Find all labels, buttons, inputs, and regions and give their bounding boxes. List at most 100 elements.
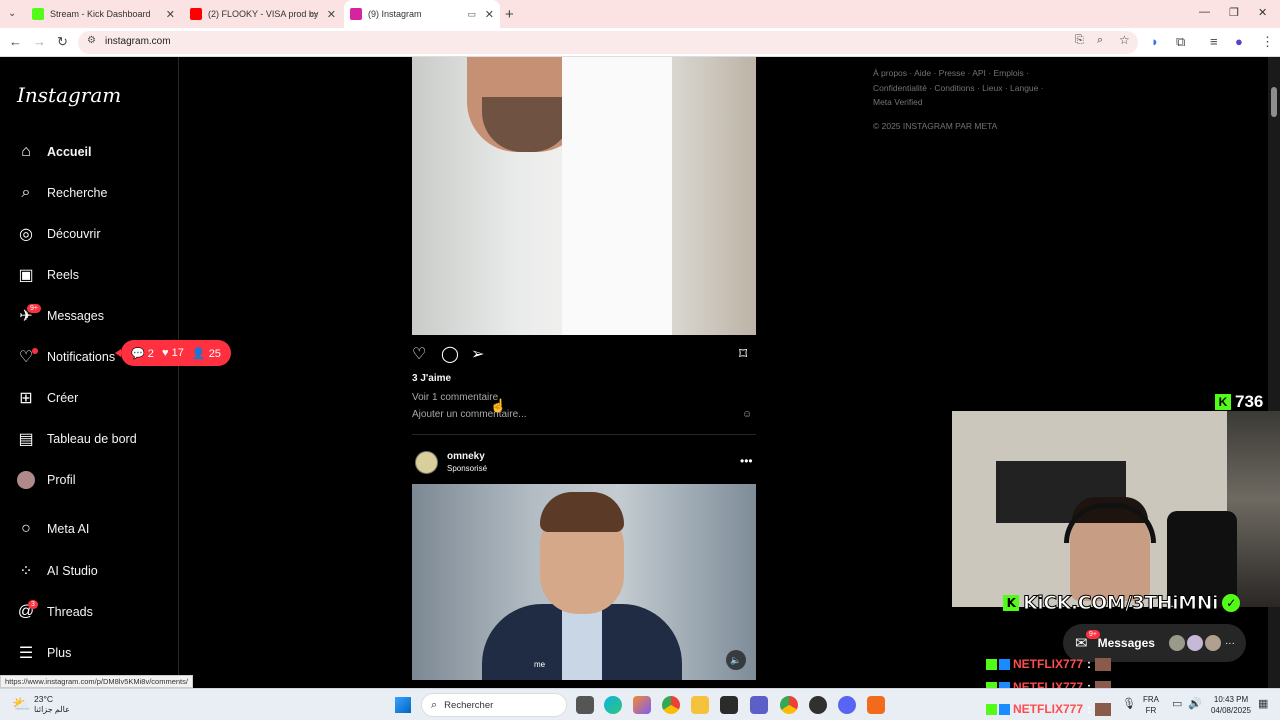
nav-profile[interactable]: Profil — [16, 468, 75, 492]
reload-icon[interactable]: ↻ — [57, 34, 68, 50]
discord-icon[interactable] — [838, 696, 856, 714]
like-icon[interactable]: ♡ — [412, 344, 426, 364]
restore-icon[interactable]: ❐ — [1229, 6, 1239, 19]
home-icon: ⌂ — [21, 143, 31, 160]
audio-icon[interactable]: ▭ — [309, 9, 318, 20]
follow-count-value: 25 — [208, 347, 221, 360]
share-icon[interactable]: ➢ — [471, 344, 484, 364]
weather-temp[interactable]: 23°C — [34, 694, 53, 704]
zoom-icon[interactable]: ⌕ — [1097, 34, 1103, 47]
video-shirt — [562, 604, 602, 680]
mute-icon[interactable]: 🔈 — [726, 650, 746, 670]
language-indicator[interactable]: FRA FR — [1143, 694, 1159, 716]
add-comment-input[interactable]: Ajouter un commentaire... — [412, 409, 527, 420]
comment-icon[interactable]: ◯ — [441, 344, 459, 364]
nav-explore[interactable]: ◎ Découvrir — [16, 222, 100, 246]
bookmark-star-icon[interactable]: ☆ — [1119, 33, 1130, 47]
clock[interactable]: 10:43 PM 04/08/2025 — [1207, 694, 1255, 716]
browser-tab-strip: ⌄ Stream - Kick Dashboard ✕ (2) FLOOKY -… — [0, 0, 1280, 28]
nav-ai-studio[interactable]: ⁘ AI Studio — [16, 559, 98, 583]
close-tab-icon[interactable]: ✕ — [166, 8, 175, 21]
url-text: instagram.com — [105, 36, 171, 47]
close-window-icon[interactable]: ✕ — [1258, 6, 1267, 19]
instagram-logo[interactable]: Instagram — [17, 83, 121, 107]
network-icon[interactable]: ▭ — [1172, 697, 1182, 710]
footer-links[interactable]: À propos · Aide · Presse · API · Emplois… — [873, 66, 1063, 110]
copilot-icon[interactable] — [633, 696, 651, 714]
task-view-icon[interactable] — [576, 696, 594, 714]
viewer-count: K 736 — [1215, 392, 1263, 412]
minimize-icon[interactable]: — — [1199, 6, 1210, 18]
kick-logo-icon: K — [1003, 595, 1019, 611]
teams-icon[interactable] — [750, 696, 768, 714]
notification-center-icon[interactable]: ▦ — [1258, 697, 1268, 710]
tab-youtube[interactable]: (2) FLOOKY - VISA prod by ▭ ✕ — [184, 0, 342, 28]
weather-desc[interactable]: عالم جزائنا — [34, 705, 70, 714]
save-icon[interactable]: ⌑ — [739, 344, 747, 364]
messages-badge: 9+ — [1086, 630, 1100, 639]
notification-dot — [32, 348, 38, 354]
post-video[interactable]: me 🔈 — [412, 484, 756, 680]
more-options-icon[interactable]: ••• — [740, 454, 753, 468]
obs-icon[interactable] — [809, 696, 827, 714]
like-count[interactable]: 3 J'aime — [412, 373, 451, 384]
notifications-summary-popup[interactable]: 💬 2 ♥ 17 👤 25 — [115, 340, 231, 366]
nav-label: Plus — [47, 646, 72, 660]
nav-notifications[interactable]: ♡ Notifications — [16, 345, 115, 369]
store-icon[interactable] — [720, 696, 738, 714]
kick-logo-icon: K — [1215, 394, 1231, 410]
install-icon[interactable]: ⎘ — [1075, 34, 1084, 47]
windows-start-icon[interactable] — [395, 697, 411, 713]
extensions-icon[interactable]: ⧉ — [1176, 34, 1185, 50]
nav-label: AI Studio — [47, 564, 98, 578]
nav-label: Créer — [47, 391, 79, 405]
back-icon[interactable]: ← — [9, 34, 22, 49]
avatar — [1204, 635, 1221, 651]
nav-more[interactable]: ☰ Plus — [16, 641, 72, 665]
emoji-icon[interactable]: ☺ — [742, 409, 752, 420]
chart-icon: ▤ — [18, 431, 34, 448]
post-image[interactable] — [412, 57, 756, 335]
extension-1-icon[interactable]: ◗ — [1151, 34, 1159, 49]
tab-title: (2) FLOOKY - VISA prod by — [208, 9, 319, 19]
scrollbar-thumb[interactable] — [1271, 87, 1277, 117]
messages-badge: 9+ — [27, 304, 41, 313]
file-explorer-icon[interactable] — [691, 696, 709, 714]
video-hair — [540, 492, 624, 532]
tab-instagram[interactable]: (9) Instagram ▭ ✕ — [344, 0, 500, 28]
new-tab-icon[interactable]: + — [505, 6, 514, 23]
nav-reels[interactable]: ▣ Reels — [16, 263, 79, 287]
nav-search[interactable]: ⌕ Recherche — [16, 181, 108, 205]
nav-create[interactable]: ⊞ Créer — [16, 386, 78, 410]
reels-icon: ▣ — [18, 267, 34, 284]
comment-icon: 💬 — [131, 347, 145, 360]
tab-kick-dashboard[interactable]: Stream - Kick Dashboard ✕ — [26, 0, 181, 28]
site-info-icon[interactable]: ⚙ — [87, 35, 96, 46]
nav-home[interactable]: ⌂ Accueil — [16, 140, 91, 164]
audio-icon[interactable]: ▭ — [467, 9, 476, 20]
mic-icon[interactable]: 🎙 — [1122, 697, 1136, 710]
more-icon[interactable]: ··· — [1225, 638, 1235, 649]
post-username[interactable]: omneky — [447, 451, 485, 462]
weather-icon[interactable]: ⛅ — [12, 695, 31, 713]
like-count-value: 17 — [171, 347, 184, 359]
avatar[interactable] — [415, 451, 438, 474]
nav-meta-ai[interactable]: ○ Meta AI — [16, 517, 89, 541]
forward-icon[interactable]: → — [33, 34, 46, 49]
view-comments-link[interactable]: Voir 1 commentaire — [412, 392, 498, 403]
profile-icon[interactable]: ● — [1235, 34, 1243, 49]
chat-username: NETFLIX777 — [1013, 657, 1084, 671]
edge-icon[interactable] — [604, 696, 622, 714]
nav-dashboard[interactable]: ▤ Tableau de bord — [16, 427, 136, 451]
app-icon[interactable] — [867, 696, 885, 714]
chrome-icon[interactable] — [662, 696, 680, 714]
reading-list-icon[interactable]: ≡ — [1210, 34, 1218, 49]
chrome-active-icon[interactable] — [780, 696, 798, 714]
close-tab-icon[interactable]: ✕ — [485, 8, 494, 21]
close-tab-icon[interactable]: ✕ — [327, 8, 336, 21]
volume-icon[interactable]: 🔊 — [1188, 697, 1202, 710]
chrome-menu-icon[interactable]: ⋮ — [1261, 34, 1274, 50]
address-bar[interactable]: ⚙ instagram.com ⎘ ⌕ ☆ — [78, 31, 1138, 54]
tab-search-icon[interactable]: ⌄ — [8, 8, 16, 19]
taskbar-search[interactable]: ⌕ Rechercher — [421, 693, 567, 717]
